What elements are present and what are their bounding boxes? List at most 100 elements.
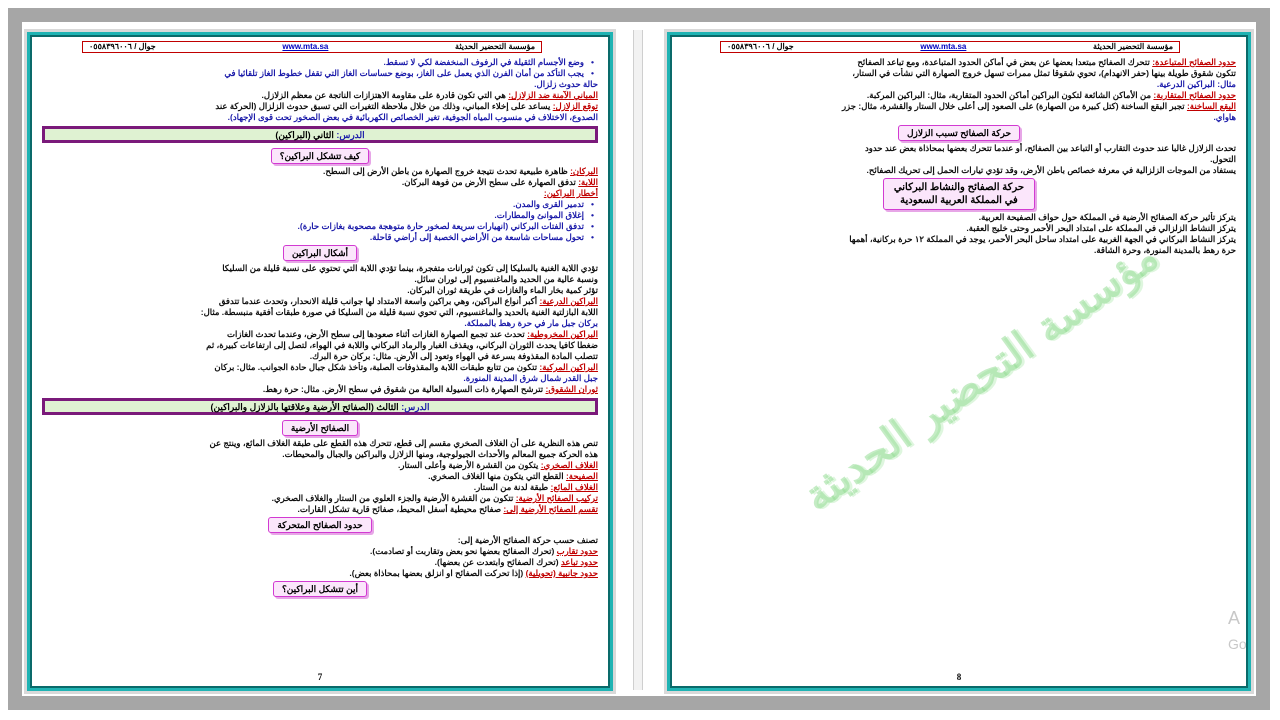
line-text: طبقة لدنة من الستار. [473,482,551,492]
line-text: (تحرك الصفائح وابتعدت عن بعضها). [434,557,561,567]
term-label: المباني الآمنة ضد الزلازل: [508,90,598,100]
text-line: البراكين المركبة: تتكون من تتابع طبقات ا… [42,362,598,373]
spine-divider [633,30,643,690]
text-line: البركان: ظاهرة طبيعية تحدث نتيجة خروج ال… [42,166,598,177]
header-website[interactable]: www.mta.sa [282,41,328,53]
text-line: المباني الآمنة ضد الزلازل: هي التي تكون … [42,90,598,101]
text-line: تحول مساحات شاسعة من الأراضي الخصبة إلى … [42,232,598,243]
term-label: البراكين الدرعية: [539,296,598,306]
line-text: بركان جبل مار في حرة رهط بالمملكة. [464,318,598,328]
header-org: مؤسسة التحضير الحديثة [455,42,535,51]
line-text: تتحرك الصفائح مبتعدا بعضها عن بعض في أما… [857,57,1153,67]
line-text: تحدث الزلازل غالبا عند حدوث التقارب أو ا… [864,143,1236,153]
text-line: البراكين المخروطية: تحدث عند تجمع الصهار… [42,329,598,340]
text-line: الغلاف المائع: طبقة لدنة من الستار. [42,482,598,493]
text-line: تؤثر كمية بخار الماء والغازات في طريقة ث… [42,285,598,296]
term-label: تركيب الصفائح الأرضية: [515,493,598,503]
text-line: وضع الأجسام الثقيلة في الرفوف المنخفضة ل… [42,57,598,68]
text-line: ضغطا كافيا يحدث الثوران البركاني، ويقذف … [42,340,598,351]
text-line: حدود الصفائح المتباعدة: تتحرك الصفائح مب… [682,57,1236,68]
term-label: ثوران الشقوق: [545,384,598,394]
line-text: صفائح محيطية أسفل المحيط، صفائح قارية تش… [297,504,504,514]
section-plates: الصفائح الأرضية [281,420,359,436]
page-content: حدود الصفائح المتباعدة: تتحرك الصفائح مب… [682,57,1236,666]
line-text: مثال: البراكين الدرعية. [1156,79,1236,89]
line-text: تتصلب المادة المقذوفة بسرعة في الهواء وت… [309,351,598,361]
term-label: الصفيحة: [565,471,598,481]
term-label: أخطار البراكين: [543,188,598,198]
text-line: توقع الزلازل: يساعد على إخلاء المباني، و… [42,101,598,112]
term-label: حدود الصفائح المتقاربة: [1153,90,1236,100]
line-text: وضع الأجسام الثقيلة في الرفوف المنخفضة ل… [383,57,585,67]
line-text: تتكون شقوق طويلة بينها (حفر الانهدام)، ت… [852,68,1236,78]
text-line: مثال: البراكين الدرعية. [682,79,1236,90]
page-8: مؤسسة التحضير الحديثة www.mta.sa جوال / … [670,35,1248,688]
term-label: الغلاف المائع: [550,482,598,492]
term-label: البراكين المركبة: [539,362,598,372]
page-number: 8 [956,672,962,682]
text-line: تركيب الصفائح الأرضية: تتكون من القشرة ا… [42,493,598,504]
header-org: مؤسسة التحضير الحديثة [1093,42,1173,51]
text-line: الغلاف الصخري: يتكون من القشرة الأرضية و… [42,460,598,471]
line-text: تجبر البقع الساخنة (كتل كبيرة من الصهارة… [841,101,1187,111]
text-line: تقسم الصفائح الأرضية إلى: صفائح محيطية أ… [42,504,598,515]
line-text: تؤدي اللابة الغنية بالسليكا إلى تكون ثور… [222,263,598,273]
activation-overlay-text: A [1228,608,1241,628]
text-line: تدفق الفتات البركاني (انهيارات سريعة لصخ… [42,221,598,232]
line-text: هذه الحركة جميع المعالم والأحداث الجيولو… [282,449,598,459]
line-text: حالة حدوث زلزال. [534,79,598,89]
text-line: جبل القدر شمال شرق المدينة المنورة. [42,373,598,384]
text-line: يتركز النشاط الزلزالي في المملكة على امت… [682,223,1236,234]
line-text: (تحرك الصفائح بعضها نحو بعض وتقاربت أو ت… [370,546,557,556]
line-text: ونسبة عالية من الحديد والماغنسيوم إلى ثو… [414,274,598,284]
text-line: تتصلب المادة المقذوفة بسرعة في الهواء وت… [42,351,598,362]
text-line: حدود تقارب (تحرك الصفائح بعضها نحو بعض و… [42,546,598,557]
lesson-title-2: الدرس: الثاني (البراكين) [42,126,598,143]
header-website[interactable]: www.mta.sa [920,41,966,53]
line-text: هي التي تكون قادرة على مقاومة الاهتزازات… [261,90,509,100]
line-text: تدمير القرى والمدن. [513,199,584,209]
term-label: الغلاف الصخري: [540,460,598,470]
line-text: يتركز النشاط الزلزالي في المملكة على امت… [966,223,1236,233]
text-line: إغلاق الموانئ والمطارات. [42,210,598,221]
line-text: حرة رهط بالمدينة المنورة، وحرة الشاقة. [1093,245,1236,255]
line-text: الصدوع، الاختلاف في منسوب المياه الجوفية… [227,112,598,122]
line-text: تدفق الصهارة على سطح الأرض من فوهة البرك… [401,177,579,187]
text-line: حدود الصفائح المتقاربة: من الأماكن الشائ… [682,90,1236,101]
line-text: ضغطا كافيا يحدث الثوران البركاني، ويقذف … [206,340,598,350]
term-label: حدود تقارب [556,546,598,556]
text-line: تصنف حسب حركة الصفائح الأرضية إلى: [42,535,598,546]
line-text: تتكون من تتابع طبقات اللابة والمقذوفات ا… [214,362,540,372]
line-text: تدفق الفتات البركاني (انهيارات سريعة لصخ… [297,221,584,231]
text-line: تتكون شقوق طويلة بينها (حفر الانهدام)، ت… [682,68,1236,79]
line-text: يتركز النشاط البركاني في الجهة الغربية ع… [849,234,1236,244]
line-text: يجب التأكد من أمان الفرن الذي يعمل على ا… [224,68,584,78]
line-text: تنص هذه النظرية على أن الغلاف الصخري مقس… [209,438,598,448]
text-line: هذه الحركة جميع المعالم والأحداث الجيولو… [42,449,598,460]
text-line: اللابة البازلتية الغنية بالحديد والماغنس… [42,307,598,318]
text-line: تؤدي اللابة الغنية بالسليكا إلى تكون ثور… [42,263,598,274]
text-line: هاواي. [682,112,1236,123]
line-text: يستفاد من الموجات الزلزالية في معرفة خصا… [866,165,1236,175]
page-content: وضع الأجسام الثقيلة في الرفوف المنخفضة ل… [42,57,598,666]
line-text: التحول. [1210,154,1236,164]
text-line: يستفاد من الموجات الزلزالية في معرفة خصا… [682,165,1236,176]
page-header: مؤسسة التحضير الحديثة www.mta.sa جوال / … [82,41,542,53]
text-line: أخطار البراكين: [42,188,598,199]
line-text: جبل القدر شمال شرق المدينة المنورة. [463,373,598,383]
line-text: القطع التي يتكون منها الغلاف الصخري. [428,471,566,481]
line-text: أكبر أنواع البراكين، وهي براكين واسعة ال… [218,296,540,306]
term-label: تقسم الصفائح الأرضية إلى: [503,504,598,514]
activation-overlay-subtext: Go [1228,636,1247,652]
term-label: البركان: [570,166,598,176]
slide-frame: مؤسسة التحضير الحديثة www.mta.sa جوال / … [0,0,1280,720]
text-line: البقع الساخنة: تجبر البقع الساخنة (كتل ك… [682,101,1236,112]
line-text: تحول مساحات شاسعة من الأراضي الخصبة إلى … [369,232,584,242]
section-volcano-shapes: أشكال البراكين [282,245,358,261]
section-plate-boundaries: حدود الصفائح المتحركة [268,517,372,533]
page-header: مؤسسة التحضير الحديثة www.mta.sa جوال / … [720,41,1180,53]
line-text: هاواي. [1213,112,1236,122]
line-text: يساعد على إخلاء المباني، وذلك من خلال مل… [215,101,553,111]
text-line: ثوران الشقوق: تترشح الصهارة ذات السيولة … [42,384,598,395]
text-line: يتركز تأثير حركة الصفائح الأرضية في المم… [682,212,1236,223]
